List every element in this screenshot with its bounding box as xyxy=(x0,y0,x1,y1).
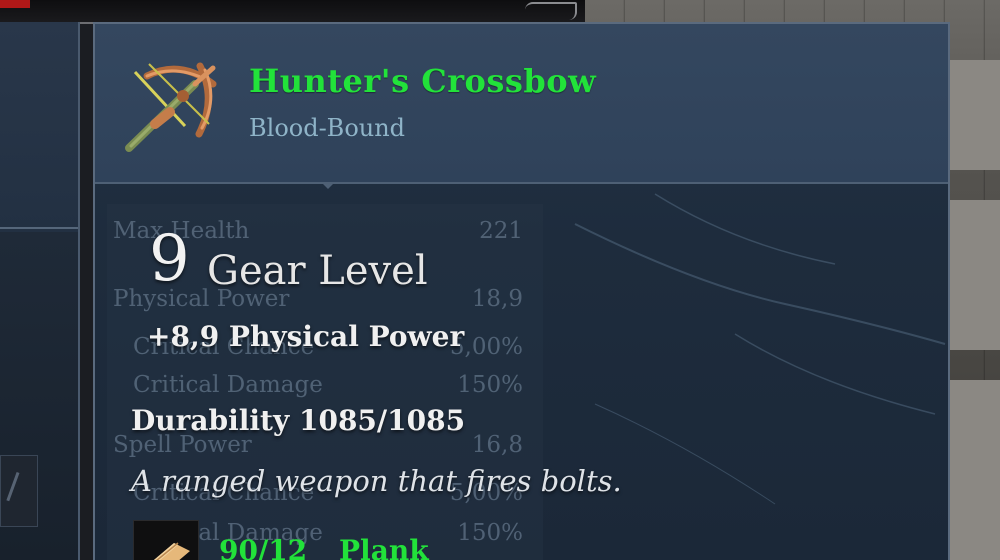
item-tooltip: Hunter's Crossbow Blood-Bound Max Health… xyxy=(93,22,950,560)
background-stat-value: 150% xyxy=(457,372,523,398)
stat-bonus: +8,9 Physical Power xyxy=(147,320,465,353)
background-stat-label: Critical Damage xyxy=(133,372,323,398)
panel-divider xyxy=(0,227,78,229)
background-stat-value: 18,9 xyxy=(471,286,523,312)
item-name: Hunter's Crossbow xyxy=(249,62,597,100)
durability: Durability 1085/1085 xyxy=(131,404,465,437)
map-texture xyxy=(574,193,946,505)
background-stat-value: 221 xyxy=(479,218,523,244)
item-binding-type: Blood-Bound xyxy=(249,114,406,142)
plank-icon xyxy=(133,520,199,560)
background-stat-value: 150% xyxy=(457,520,523,546)
inventory-slot[interactable] xyxy=(0,455,38,527)
header-notch xyxy=(323,184,333,189)
stone-pillar xyxy=(945,200,1000,350)
stone-pillar xyxy=(945,380,1000,560)
tooltip-header: Hunter's Crossbow Blood-Bound xyxy=(95,24,948,184)
frame-scroll-ornament xyxy=(525,2,577,20)
material-name: Plank xyxy=(339,534,429,560)
gear-level-value: 9 xyxy=(149,222,190,296)
frame-red-accent xyxy=(0,0,30,8)
background-stat-value: 16,8 xyxy=(471,432,523,458)
slot-item-icon xyxy=(6,471,33,507)
background-stat-row: Critical Damage 150% xyxy=(133,372,523,402)
material-count: 90/12 xyxy=(219,534,308,560)
stone-pillar xyxy=(945,60,1000,170)
gear-level-label: Gear Level xyxy=(207,248,428,294)
crossbow-icon xyxy=(125,54,225,154)
durability-label: Durability xyxy=(131,404,290,437)
inventory-window-frame xyxy=(0,0,585,24)
durability-value: 1085/1085 xyxy=(298,404,466,437)
item-description: A ranged weapon that fires bolts. xyxy=(131,464,622,498)
